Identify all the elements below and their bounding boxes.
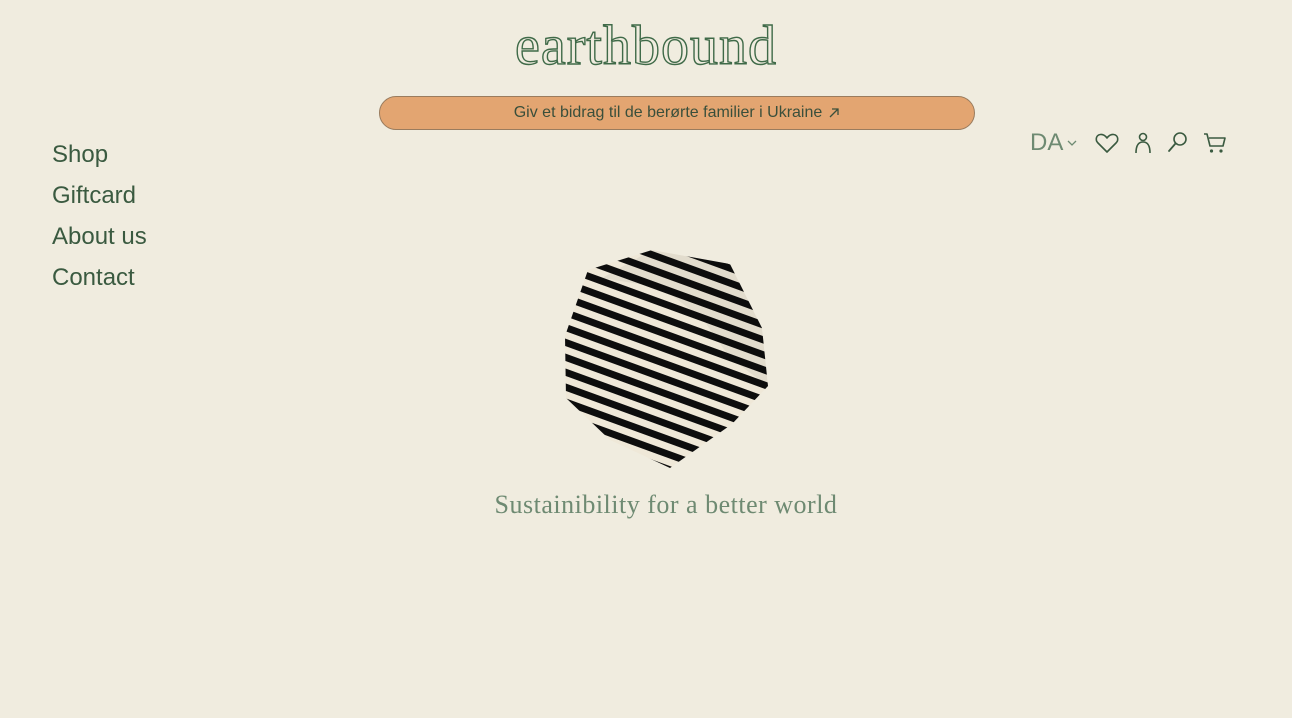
striped-stone-image <box>562 248 772 477</box>
nav-item-shop[interactable]: Shop <box>52 140 147 181</box>
hero-tagline: Sustainibility for a better world <box>494 490 838 519</box>
header-tools: DA <box>1030 128 1228 158</box>
heart-icon[interactable] <box>1094 130 1120 156</box>
main-nav: Shop Giftcard About us Contact <box>52 140 147 304</box>
language-label: DA <box>1030 129 1064 156</box>
ukraine-donation-banner[interactable]: Giv et bidrag til de berørte familier i … <box>379 96 975 130</box>
site-logo[interactable]: earthbound <box>0 14 1292 78</box>
arrow-up-right-icon <box>828 107 840 119</box>
chevron-down-icon <box>1067 140 1077 146</box>
nav-item-about-us[interactable]: About us <box>52 222 147 263</box>
nav-item-giftcard[interactable]: Giftcard <box>52 181 147 222</box>
cart-icon[interactable] <box>1202 130 1228 156</box>
nav-item-contact[interactable]: Contact <box>52 263 147 304</box>
banner-text: Giv et bidrag til de berørte familier i … <box>513 104 823 121</box>
account-icon[interactable] <box>1132 130 1154 156</box>
language-selector[interactable]: DA <box>1030 129 1078 157</box>
search-icon[interactable] <box>1166 130 1190 156</box>
